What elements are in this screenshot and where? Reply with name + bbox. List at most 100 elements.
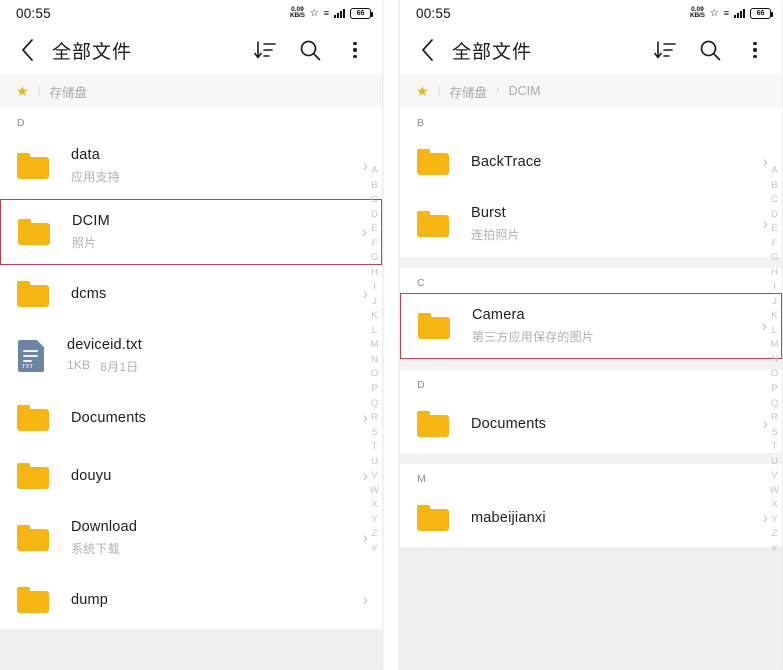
alphabet-index-right[interactable]: A B C D E F G H I J K L M N O P Q R S T U V W X Y Z # (770, 164, 779, 556)
file-subtitle: 系统下载 (71, 542, 120, 556)
alpha-index-letter[interactable]: G (771, 251, 778, 266)
alpha-index-letter[interactable]: Y (371, 513, 377, 528)
alpha-index-letter[interactable]: P (771, 382, 777, 397)
list-item-dcim[interactable]: DCIM 照片 › (0, 199, 382, 265)
file-subtitle: 第三方应用保存的图片 (472, 330, 595, 344)
alpha-index-letter[interactable]: E (771, 222, 777, 237)
alpha-index-letter[interactable]: T (372, 440, 378, 455)
alpha-index-letter[interactable]: M (771, 338, 779, 353)
alpha-index-letter[interactable]: B (771, 179, 777, 194)
alpha-index-letter[interactable]: Z (772, 527, 778, 542)
back-chevron-icon[interactable] (412, 35, 442, 65)
list-item[interactable]: BackTrace › (400, 133, 782, 191)
alpha-index-letter[interactable]: Y (771, 513, 777, 528)
alpha-index-letter[interactable]: C (771, 193, 778, 208)
alpha-index-letter[interactable]: I (373, 280, 376, 295)
list-item[interactable]: mabeijianxi › (400, 489, 782, 547)
star-icon[interactable]: ★ (416, 83, 429, 100)
chevron-right-icon: › (361, 222, 367, 241)
alpha-index-letter[interactable]: N (371, 353, 378, 368)
right-phone-screen: 00:55 0.09 KB/S ☆ ≡ 66 全部文件 ★ | 存储盘 › DC… (400, 0, 782, 670)
alpha-index-letter[interactable]: Z (372, 527, 378, 542)
breadcrumb-item-0[interactable]: 存储盘 (449, 82, 487, 101)
alpha-index-letter[interactable]: M (371, 338, 379, 353)
alpha-index-letter[interactable]: R (771, 411, 778, 426)
search-icon[interactable] (297, 37, 323, 63)
alpha-index-letter[interactable]: W (770, 484, 779, 499)
file-name: Camera (472, 307, 525, 323)
list-item[interactable]: data 应用支持 › (0, 133, 382, 199)
alpha-index-letter[interactable]: L (772, 324, 777, 339)
alpha-index-letter[interactable]: G (371, 251, 378, 266)
alpha-index-letter[interactable]: H (371, 266, 378, 281)
page-title: 全部文件 (52, 41, 133, 63)
alpha-index-letter[interactable]: U (771, 455, 778, 470)
alpha-index-letter[interactable]: T (772, 440, 778, 455)
list-item[interactable]: Documents › (0, 389, 382, 447)
file-list-container-left[interactable]: D data 应用支持 › DCIM 照片 › dcms › TXT devic… (0, 108, 382, 670)
folder-icon (418, 313, 450, 339)
alpha-index-letter[interactable]: W (370, 484, 379, 499)
alpha-index-letter[interactable]: S (371, 426, 377, 441)
alpha-index-letter[interactable]: P (371, 382, 377, 397)
list-item[interactable]: Burst 连拍照片 › (400, 191, 782, 257)
breadcrumb-item-1[interactable]: DCIM (509, 84, 541, 98)
alpha-index-letter[interactable]: N (771, 353, 778, 368)
folder-icon (17, 281, 49, 307)
alpha-index-letter[interactable]: C (371, 193, 378, 208)
page-title: 全部文件 (452, 41, 533, 63)
alpha-index-letter[interactable]: # (772, 542, 777, 557)
status-indicators: 0.09 KB/S ☆ ≡ 66 (290, 6, 373, 20)
alpha-index-letter[interactable]: R (371, 411, 378, 426)
alpha-index-letter[interactable]: E (371, 222, 377, 237)
alpha-index-letter[interactable]: X (771, 498, 777, 513)
alpha-index-letter[interactable]: V (771, 469, 777, 484)
alpha-index-letter[interactable]: K (771, 309, 777, 324)
alpha-index-letter[interactable]: J (372, 295, 377, 310)
alpha-index-letter[interactable]: F (772, 237, 778, 252)
file-subtitle: 连拍照片 (471, 228, 520, 242)
alphabet-index-left[interactable]: A B C D E F G H I J K L M N O P Q R S T U V W X Y Z # (370, 164, 379, 556)
more-vertical-icon[interactable] (342, 37, 368, 63)
alpha-index-letter[interactable]: F (372, 237, 378, 252)
list-item[interactable]: dcms › (0, 265, 382, 323)
alpha-index-letter[interactable]: D (371, 208, 378, 223)
alpha-index-letter[interactable]: K (371, 309, 377, 324)
breadcrumb-divider: | (437, 85, 441, 97)
item-meta: Burst 连拍照片 (471, 205, 754, 243)
alpha-index-letter[interactable]: Q (771, 397, 778, 412)
alpha-index-letter[interactable]: J (772, 295, 777, 310)
list-item[interactable]: Documents › (400, 395, 782, 453)
star-icon[interactable]: ★ (16, 83, 29, 100)
breadcrumb-item-0[interactable]: 存储盘 (49, 82, 87, 101)
alpha-index-letter[interactable]: L (372, 324, 377, 339)
search-icon[interactable] (697, 37, 723, 63)
alpha-index-letter[interactable]: A (371, 164, 377, 179)
sort-descending-icon[interactable] (252, 37, 278, 63)
alpha-index-letter[interactable]: Q (371, 397, 378, 412)
alpha-index-letter[interactable]: S (771, 426, 777, 441)
list-item[interactable]: Download 系统下载 › (0, 505, 382, 571)
alpha-index-letter[interactable]: V (371, 469, 377, 484)
item-meta: douyu (71, 468, 354, 484)
list-item[interactable]: dump › (0, 571, 382, 629)
breadcrumb-right: ★ | 存储盘 › DCIM (400, 74, 782, 108)
alpha-index-letter[interactable]: D (771, 208, 778, 223)
list-item[interactable]: douyu › (0, 447, 382, 505)
alpha-index-letter[interactable]: A (771, 164, 777, 179)
alpha-index-letter[interactable]: I (773, 280, 776, 295)
alpha-index-letter[interactable]: X (371, 498, 377, 513)
more-vertical-icon[interactable] (742, 37, 768, 63)
alpha-index-letter[interactable]: O (371, 367, 378, 382)
alpha-index-letter[interactable]: H (771, 266, 778, 281)
list-item-camera[interactable]: Camera 第三方应用保存的图片 › (400, 293, 782, 359)
file-list-container-right[interactable]: B BackTrace › Burst 连拍照片 › C Camera 第三方应… (400, 108, 782, 670)
app-bar-right: 全部文件 (400, 26, 782, 74)
alpha-index-letter[interactable]: # (372, 542, 377, 557)
alpha-index-letter[interactable]: U (371, 455, 378, 470)
back-chevron-icon[interactable] (12, 35, 42, 65)
list-item[interactable]: TXT deviceid.txt 1KB 8月1日 (0, 323, 382, 389)
alpha-index-letter[interactable]: B (371, 179, 377, 194)
alpha-index-letter[interactable]: O (771, 367, 778, 382)
sort-descending-icon[interactable] (652, 37, 678, 63)
